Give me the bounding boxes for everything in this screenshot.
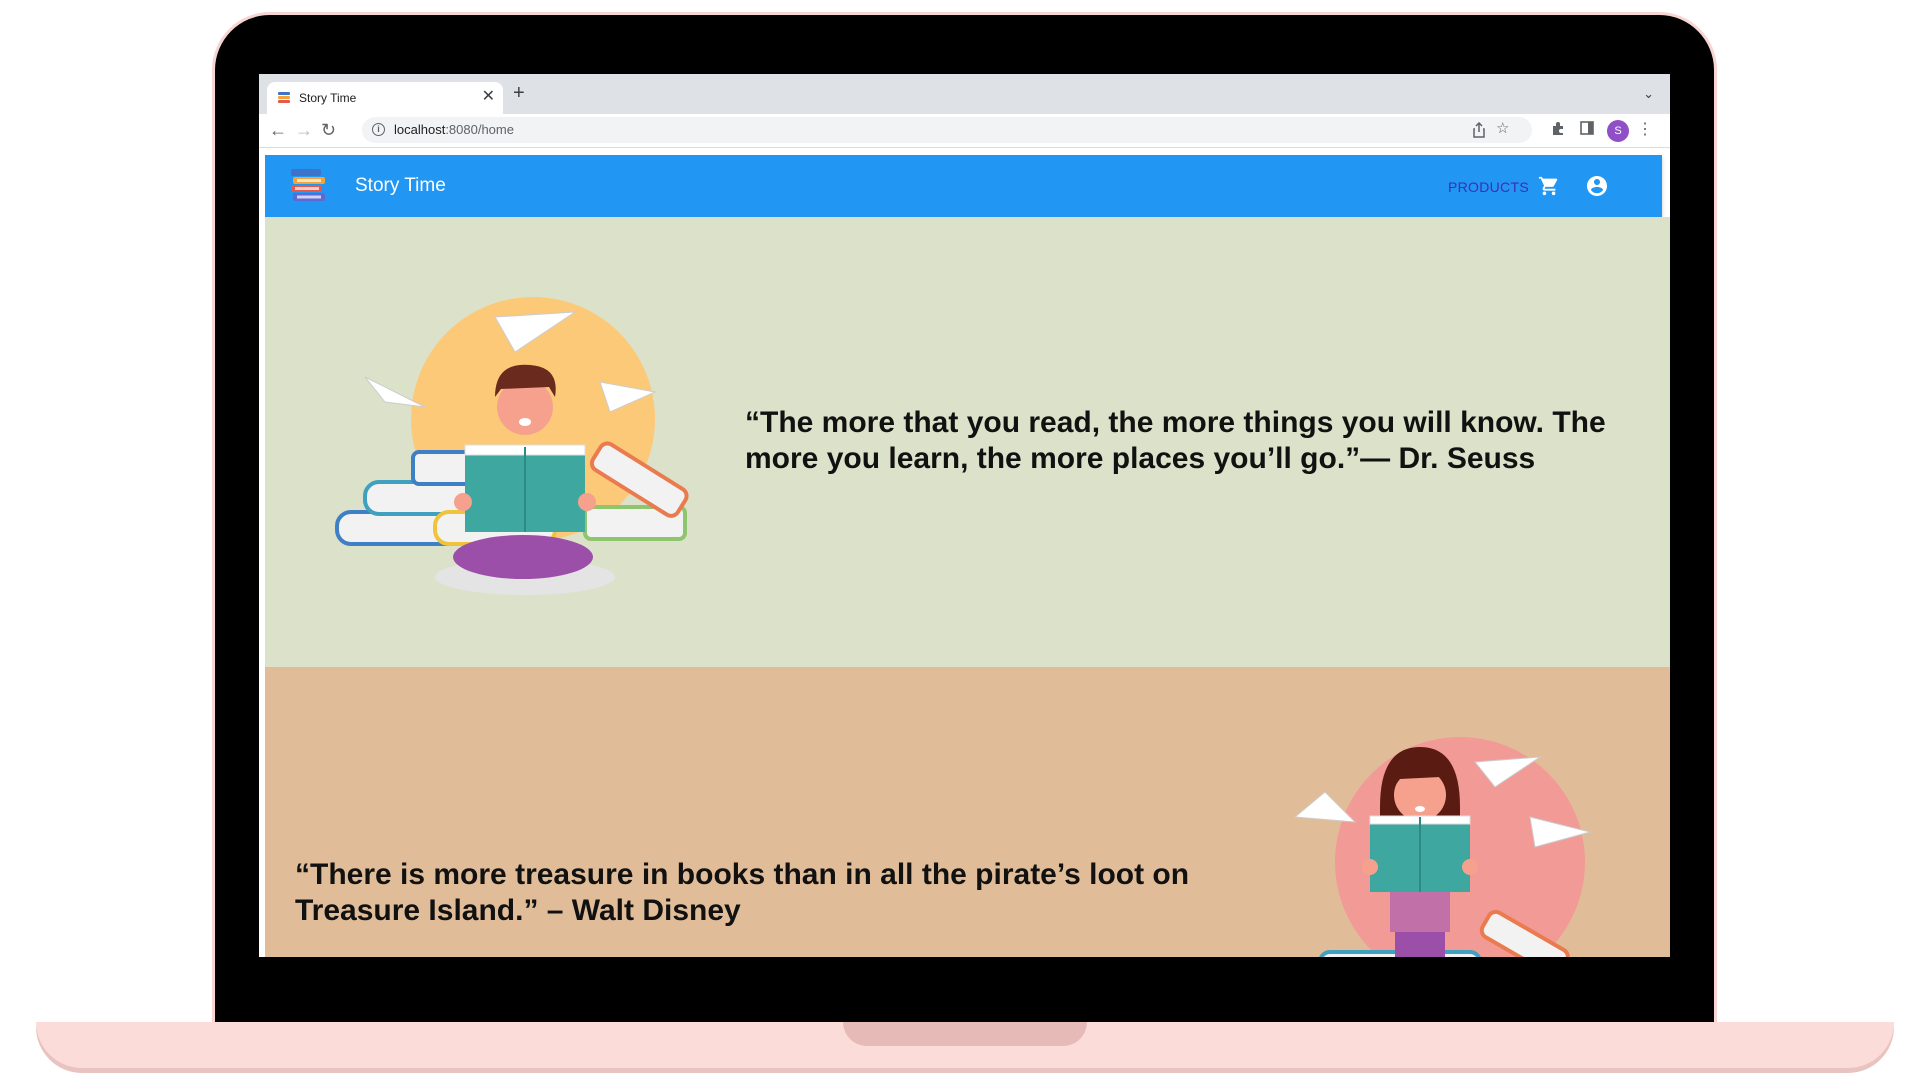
quote-section-seuss: “The more that you read, the more things… — [265, 217, 1670, 667]
laptop-notch — [843, 1022, 1087, 1046]
story-time-app: Story Time PRODUCTS “The more that you r… — [265, 155, 1670, 957]
share-icon[interactable] — [1472, 122, 1486, 138]
quote-text: “The more that you read, the more things… — [745, 406, 1606, 475]
tab-title: Story Time — [299, 91, 357, 105]
profile-avatar[interactable]: S — [1607, 120, 1629, 142]
url-text: localhost:8080/home — [394, 122, 514, 137]
laptop-mockup: Story Time ✕ + ⌄ ← → ↻ i localhost:8080/… — [0, 0, 1920, 1080]
books-favicon-icon — [278, 92, 290, 103]
girl-reading-illustration — [1293, 737, 1592, 957]
address-bar[interactable]: i localhost:8080/home ☆ — [362, 117, 1532, 143]
boy-reading-illustration — [335, 297, 689, 595]
tab-search-icon[interactable]: ⌄ — [1643, 86, 1654, 102]
reload-icon[interactable]: ↻ — [321, 119, 336, 141]
more-options-icon[interactable]: ⋮ — [1637, 121, 1653, 139]
forward-arrow-icon[interactable]: → — [295, 119, 313, 141]
side-panel-icon[interactable] — [1580, 121, 1594, 135]
products-nav-link[interactable]: PRODUCTS — [1448, 179, 1529, 195]
back-arrow-icon[interactable]: ← — [269, 119, 287, 141]
browser-toolbar: ← → ↻ i localhost:8080/home ☆ S ⋮ — [259, 114, 1670, 148]
quote-text: “There is more treasure in books than in… — [295, 858, 1190, 927]
browser-window: Story Time ✕ + ⌄ ← → ↻ i localhost:8080/… — [259, 74, 1670, 957]
browser-tab[interactable]: Story Time ✕ — [267, 82, 503, 114]
app-title[interactable]: Story Time — [355, 175, 446, 197]
app-bar: Story Time PRODUCTS — [265, 155, 1662, 217]
tab-strip: Story Time ✕ + ⌄ — [259, 74, 1670, 114]
new-tab-icon[interactable]: + — [513, 82, 525, 104]
extensions-puzzle-icon[interactable] — [1551, 121, 1566, 136]
bookmark-star-icon[interactable]: ☆ — [1496, 120, 1509, 138]
close-tab-icon[interactable]: ✕ — [482, 88, 495, 106]
account-circle-icon[interactable] — [1585, 174, 1609, 198]
quote-section-disney: “There is more treasure in books than in… — [265, 667, 1670, 957]
books-logo-icon[interactable] — [289, 167, 327, 205]
site-info-icon[interactable]: i — [372, 123, 385, 136]
shopping-cart-icon[interactable] — [1538, 175, 1560, 197]
